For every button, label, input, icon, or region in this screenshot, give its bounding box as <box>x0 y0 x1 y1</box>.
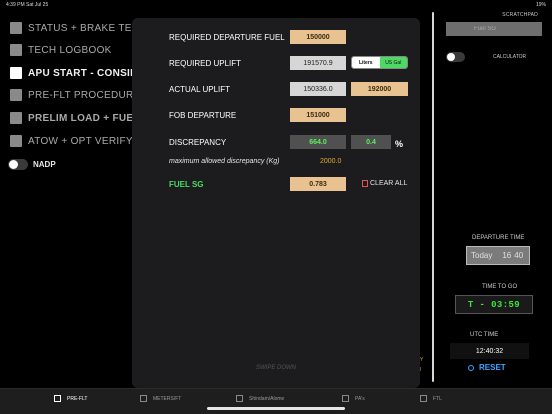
fuel-sg-field[interactable]: 0.783 <box>290 177 346 191</box>
checklist-item-label: STATUS + BRAKE TEM <box>28 22 141 34</box>
calculator-row: CALCULATOR <box>446 52 546 62</box>
checklist-item[interactable]: ATOW + OPT VERIFY <box>10 133 133 149</box>
checklist-item-label: PRE-FLT PROCEDUR <box>28 89 134 101</box>
megaphone-icon <box>342 395 349 402</box>
checkbox-icon[interactable] <box>10 89 22 101</box>
checklist-item[interactable]: STATUS + BRAKE TEM <box>10 20 140 36</box>
checklist-item[interactable]: TECH LOGBOOK <box>10 42 112 58</box>
actual-uplift-liters-value: 150336.0 <box>290 82 346 96</box>
tab-label: PRE-FLT <box>67 395 88 402</box>
home-indicator[interactable] <box>207 407 345 410</box>
checkbox-icon[interactable] <box>10 67 22 79</box>
checkbox-icon[interactable] <box>10 44 22 56</box>
reset-label: RESET <box>479 363 506 372</box>
tab-ftl[interactable]: FTL <box>420 395 442 402</box>
actual-uplift-label: ACTUAL UPLIFT <box>169 85 231 94</box>
discrepancy-label: DISCREPANCY <box>169 138 227 147</box>
fuel-sg-label: FUEL SG <box>169 180 204 189</box>
person-icon <box>236 395 243 402</box>
trash-icon <box>362 180 368 187</box>
checklist-item[interactable]: PRE-FLT PROCEDUR <box>10 87 134 103</box>
reset-icon <box>468 364 474 371</box>
tab-bar: PRE-FLT METERS/FT Shindam/Alome PA's FTL <box>0 388 552 414</box>
max-discrepancy-label: maximum allowed discrepancy (Kg) <box>169 158 280 165</box>
required-uplift-value: 191570.9 <box>290 56 346 70</box>
checkbox-icon <box>54 395 61 402</box>
partial-text-bar: I <box>420 367 422 373</box>
document-icon <box>420 395 427 402</box>
partial-text-y: Y <box>420 357 424 363</box>
calculator-label: CALCULATOR <box>493 54 527 60</box>
time-to-go-label: TIME TO GO <box>482 284 518 290</box>
tab-label: Shindam/Alome <box>249 395 285 402</box>
nadp-label: NADP <box>33 160 56 169</box>
calculator-toggle[interactable] <box>446 52 465 62</box>
checklist-item[interactable]: APU START - CONSID <box>10 65 138 81</box>
tab-meters-ft[interactable]: METERS/FT <box>140 395 181 402</box>
unit-usgal-option[interactable]: US Gal <box>379 57 407 68</box>
ruler-icon <box>140 395 147 402</box>
departure-time-picker[interactable]: Today 16 40 <box>466 246 530 265</box>
scratchpad-label: SCRATCHPAD <box>502 12 538 18</box>
scrollbar[interactable] <box>432 12 434 382</box>
time-to-go-display: T - 03:59 <box>455 295 533 314</box>
departure-time-label: DEPARTURE TIME <box>472 235 525 241</box>
actual-uplift-field[interactable]: 192000 <box>351 82 408 96</box>
checklist-item[interactable]: PRELIM LOAD + FUEL <box>10 110 140 126</box>
percent-symbol: % <box>395 139 404 149</box>
swipe-down-hint[interactable]: SWIPE DOWN <box>132 365 420 371</box>
tab-label: FTL <box>433 395 442 402</box>
nadp-row: NADP <box>8 159 56 170</box>
nadp-toggle[interactable] <box>8 159 28 170</box>
tab-label: PA's <box>355 395 365 402</box>
departure-hour: 16 <box>502 251 512 260</box>
fob-departure-field[interactable]: 151000 <box>290 108 346 122</box>
checkbox-icon[interactable] <box>10 22 22 34</box>
status-bar: 4:39 PM Sat Jul 25 19% <box>0 0 552 10</box>
tab-label: METERS/FT <box>153 395 182 402</box>
checklist-item-label: APU START - CONSID <box>28 67 138 79</box>
required-departure-fuel-label: REQUIRED DEPARTURE FUEL <box>169 33 285 42</box>
departure-minute: 40 <box>514 251 524 260</box>
tab-pas[interactable]: PA's <box>342 395 365 402</box>
checkbox-icon[interactable] <box>10 135 22 147</box>
max-discrepancy-value: 2000.0 <box>320 158 342 165</box>
departure-day: Today <box>471 251 493 260</box>
unit-segmented-control[interactable]: Liters US Gal <box>351 56 408 69</box>
discrepancy-value: 664.0 <box>290 135 346 149</box>
scratchpad-input[interactable] <box>446 22 542 36</box>
required-uplift-label: REQUIRED UPLIFT <box>169 59 242 68</box>
discrepancy-percent-value: 0.4 <box>351 135 391 149</box>
unit-liters-option[interactable]: Liters <box>352 57 380 68</box>
checklist-item-label: PRELIM LOAD + FUEL <box>28 112 140 124</box>
checklist-item-label: ATOW + OPT VERIFY <box>28 135 133 147</box>
fuel-modal: REQUIRED DEPARTURE FUEL 150000 REQUIRED … <box>132 18 420 388</box>
checkbox-icon[interactable] <box>10 112 22 124</box>
required-departure-fuel-field[interactable]: 150000 <box>290 30 346 44</box>
utc-time-display: 12:40:32 <box>450 343 529 359</box>
battery-indicator: 19% <box>535 2 546 8</box>
status-time: 4:39 PM Sat Jul 25 <box>6 2 49 8</box>
reset-button[interactable]: RESET <box>468 363 506 372</box>
clear-all-label: CLEAR ALL <box>370 180 408 187</box>
clear-all-button[interactable]: CLEAR ALL <box>362 180 407 187</box>
tab-pre-flt[interactable]: PRE-FLT <box>54 395 87 402</box>
checklist-item-label: TECH LOGBOOK <box>28 44 112 56</box>
fob-departure-label: FOB DEPARTURE <box>169 111 237 120</box>
tab-shindam[interactable]: Shindam/Alome <box>236 395 284 402</box>
utc-time-label: UTC TIME <box>470 332 499 338</box>
